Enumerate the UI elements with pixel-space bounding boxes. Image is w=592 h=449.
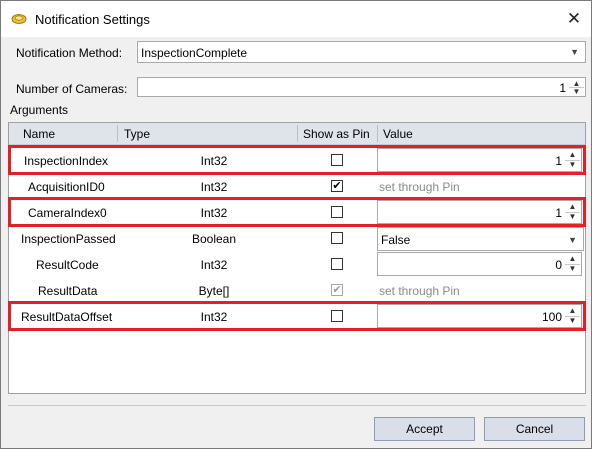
notification-settings-window: Notification Settings ✕ Notification Met… — [0, 0, 592, 449]
cancel-button[interactable]: Cancel — [484, 417, 585, 441]
table-row[interactable]: InspectionIndex Int32 1 ▲ ▼ — [9, 147, 585, 173]
table-row[interactable]: ResultCode Int32 0 ▲ ▼ — [9, 251, 585, 277]
row-value: 0 — [555, 258, 562, 272]
row-name: CameraIndex0 — [28, 206, 107, 220]
chevron-down-icon: ▼ — [568, 235, 577, 245]
value-dropdown[interactable]: False ▼ — [377, 227, 584, 251]
spin-down-icon[interactable]: ▼ — [565, 212, 580, 222]
table-row[interactable]: ResultData Byte[] ✔ set through Pin — [9, 277, 585, 303]
column-header-value[interactable]: Value — [383, 127, 413, 141]
row-type: Int32 — [200, 206, 228, 220]
show-as-pin-checkbox[interactable] — [331, 258, 343, 270]
notification-disc-icon — [11, 14, 27, 24]
row-type: Int32 — [200, 310, 228, 324]
row-value: set through Pin — [379, 180, 460, 194]
row-name: AcquisitionID0 — [28, 180, 105, 194]
spin-down-icon[interactable]: ▼ — [565, 160, 580, 170]
spin-down-icon[interactable]: ▼ — [565, 264, 580, 274]
row-type: Int32 — [200, 180, 228, 194]
number-of-cameras-value: 1 — [559, 81, 566, 95]
spin-down-icon[interactable]: ▼ — [565, 316, 580, 326]
footer-divider — [8, 405, 586, 406]
row-name: InspectionIndex — [24, 154, 109, 168]
row-value: 100 — [541, 310, 562, 324]
notification-method-label: Notification Method: — [16, 46, 123, 60]
notification-method-value: InspectionComplete — [141, 46, 248, 60]
value-stepper[interactable]: 1 ▲ ▼ — [377, 200, 582, 224]
chevron-down-icon: ▼ — [570, 47, 579, 57]
column-header-type[interactable]: Type — [124, 127, 150, 141]
show-as-pin-checkbox[interactable] — [331, 154, 343, 166]
row-name: ResultData — [38, 284, 98, 298]
row-type: Int32 — [200, 258, 228, 272]
show-as-pin-checkbox: ✔ — [331, 284, 343, 296]
show-as-pin-checkbox[interactable] — [331, 310, 343, 322]
show-as-pin-checkbox[interactable] — [331, 232, 343, 244]
grid-header: Name Type Show as Pin Value — [9, 123, 585, 145]
window-title: Notification Settings — [35, 12, 150, 27]
row-value: 1 — [555, 206, 562, 220]
value-stepper[interactable]: 0 ▲ ▼ — [377, 252, 582, 276]
row-name: InspectionPassed — [21, 232, 116, 246]
column-header-show-as-pin[interactable]: Show as Pin — [303, 127, 370, 141]
table-row[interactable]: InspectionPassed Boolean False ▼ — [9, 225, 585, 251]
row-type: Byte[] — [198, 284, 230, 298]
checkmark-icon: ✔ — [332, 180, 342, 192]
notification-method-dropdown[interactable]: InspectionComplete ▼ — [137, 41, 586, 63]
row-value: False — [381, 233, 411, 247]
value-stepper[interactable]: 100 ▲ ▼ — [377, 304, 582, 328]
row-name: ResultDataOffset — [21, 310, 113, 324]
table-row[interactable]: CameraIndex0 Int32 1 ▲ ▼ — [9, 199, 585, 225]
row-type: Boolean — [191, 232, 237, 246]
title-bar: Notification Settings ✕ — [1, 1, 591, 37]
arguments-grid: Name Type Show as Pin Value InspectionIn… — [8, 122, 586, 394]
close-icon[interactable]: ✕ — [563, 8, 585, 30]
checkmark-icon: ✔ — [332, 284, 342, 296]
accept-button[interactable]: Accept — [374, 417, 475, 441]
column-header-name[interactable]: Name — [23, 127, 55, 141]
arguments-label: Arguments — [10, 103, 69, 117]
row-value: set through Pin — [379, 284, 460, 298]
table-row[interactable]: ResultDataOffset Int32 100 ▲ ▼ — [9, 303, 585, 329]
spin-down-icon[interactable]: ▼ — [569, 87, 584, 96]
number-of-cameras-stepper[interactable]: 1 ▲ ▼ — [137, 77, 586, 97]
row-value: 1 — [555, 154, 562, 168]
value-stepper[interactable]: 1 ▲ ▼ — [377, 148, 582, 172]
show-as-pin-checkbox[interactable] — [331, 206, 343, 218]
show-as-pin-checkbox[interactable]: ✔ — [331, 180, 343, 192]
table-row[interactable]: AcquisitionID0 Int32 ✔ set through Pin — [9, 173, 585, 199]
number-of-cameras-label: Number of Cameras: — [16, 82, 128, 96]
row-type: Int32 — [200, 154, 228, 168]
row-name: ResultCode — [36, 258, 99, 272]
